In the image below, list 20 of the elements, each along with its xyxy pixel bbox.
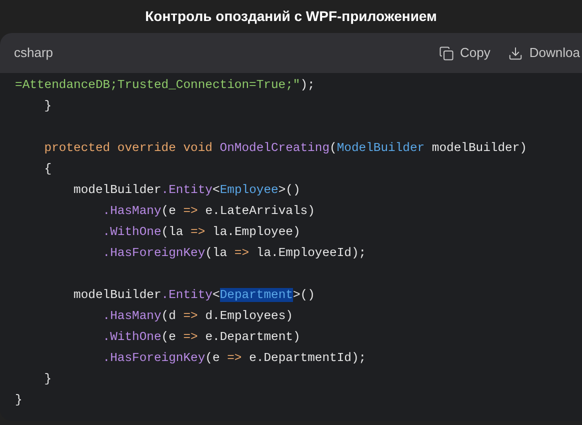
code-line: } xyxy=(43,98,52,115)
code-line: .HasForeignKey(e => e.DepartmentId); xyxy=(102,350,366,367)
code-line: { xyxy=(43,161,52,178)
code-line: protected override void OnModelCreating(ModelBuilder modelBuilder) xyxy=(43,140,528,157)
download-button[interactable]: Downloa xyxy=(508,43,580,63)
copy-button[interactable]: Copy xyxy=(439,43,490,63)
code-line: .WithOne(e => e.Department) xyxy=(102,329,300,346)
code-line: .HasMany(d => d.Employees) xyxy=(102,308,293,325)
code-line: =AttendanceDB;Trusted_Connection=True;"); xyxy=(15,77,315,94)
code-line: .HasForeignKey(la => la.EmployeeId); xyxy=(102,245,366,262)
code-line: } xyxy=(43,371,52,388)
code-line: .HasMany(e => e.LateArrivals) xyxy=(102,203,315,220)
language-label: csharp xyxy=(14,44,54,62)
code-line: modelBuilder.Entity<Employee>() xyxy=(72,182,300,199)
code-line: } xyxy=(15,392,22,409)
download-icon xyxy=(508,46,524,60)
code-line: .WithOne(la => la.Employee) xyxy=(102,224,300,241)
code-line: modelBuilder.Entity<Department>() xyxy=(72,287,315,304)
copy-icon xyxy=(439,46,454,60)
chat-title: Контроль опозданий с WPF-приложением xyxy=(145,7,437,26)
